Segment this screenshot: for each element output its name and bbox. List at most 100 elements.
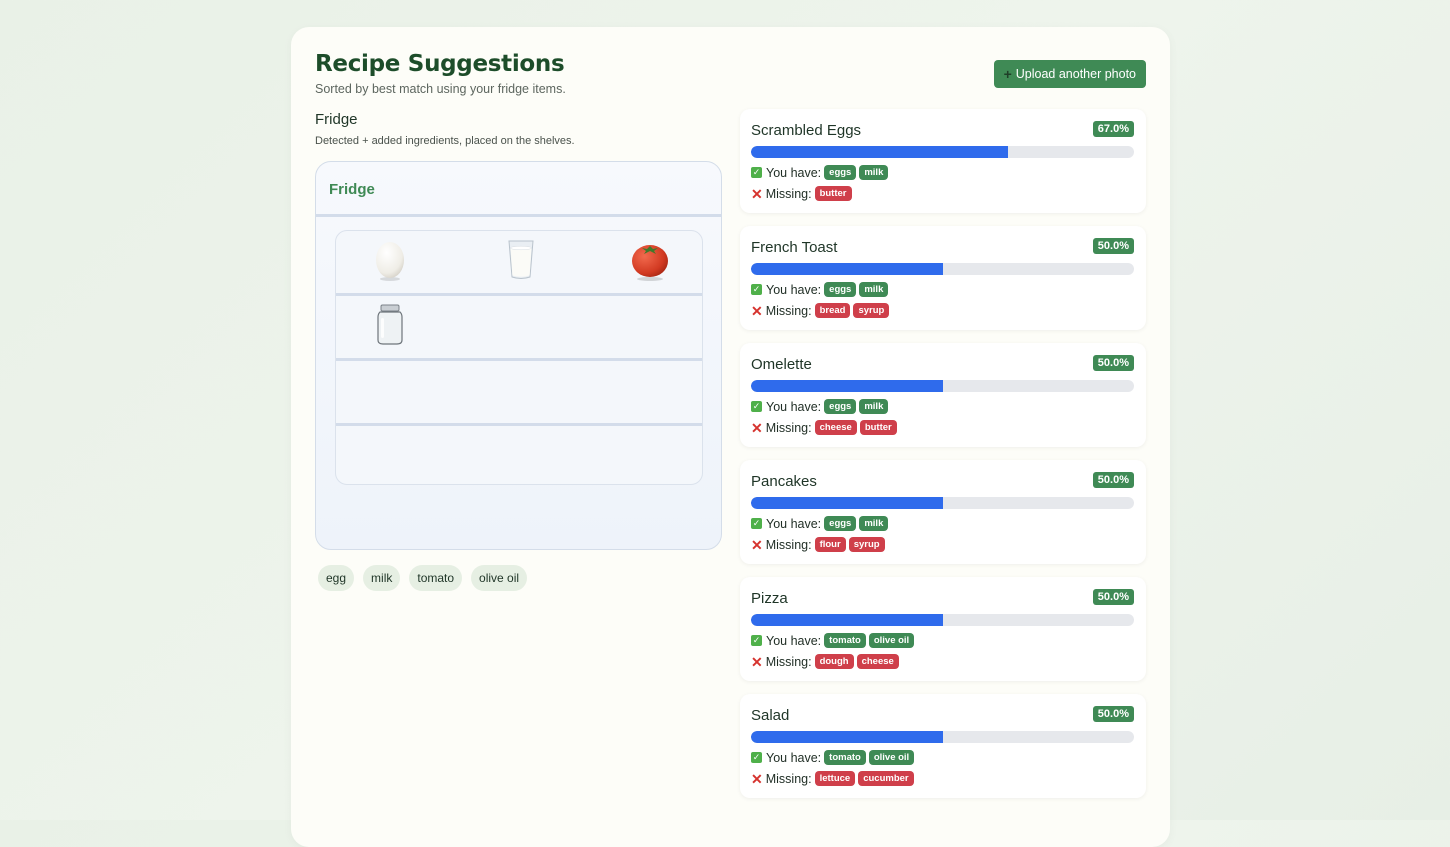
recipe-name: Pizza [751,590,788,607]
cross-icon: ✕ [751,419,763,436]
ingredient-chip[interactable]: egg [318,565,355,591]
have-row: ✓ You have: tomato olive oil [751,633,917,649]
fridge-description: Detected + added ingredients, placed on … [315,135,575,147]
check-icon: ✓ [751,752,762,764]
page-subtitle: Sorted by best match using your fridge i… [315,82,566,96]
missing-label: Missing: [765,303,812,318]
have-row: ✓ You have: eggs milk [751,516,891,532]
have-tag: olive oil [868,750,915,766]
missing-tag: lettuce [814,771,856,787]
have-tag: milk [859,399,889,415]
match-progress-bar [751,731,1134,743]
have-row: ✓ You have: eggs milk [751,282,891,298]
fridge-shelf [336,231,702,296]
cross-icon: ✕ [751,653,763,670]
fridge-panel-title: Fridge [329,181,375,198]
page-title: Recipe Suggestions [315,51,565,77]
have-row: ✓ You have: eggs milk [751,399,891,415]
have-label: You have: [766,399,822,414]
missing-row: ✕ Missing: flour syrup [751,536,888,553]
missing-tag: butter [814,186,852,202]
missing-label: Missing: [765,654,812,669]
missing-tag: syrup [848,537,885,553]
match-progress-fill [751,263,943,275]
match-progress-fill [751,614,943,626]
cross-icon: ✕ [751,302,763,319]
recipe-name: Pancakes [751,473,817,490]
recipe-name: Salad [751,707,790,724]
recipe-item[interactable]: French Toast 50.0% ✓ You have: eggs milk … [740,226,1146,330]
have-tag: eggs [824,165,857,181]
plus-icon: + [1003,66,1012,82]
have-tag: eggs [824,282,857,298]
recipe-item[interactable]: Scrambled Eggs 67.0% ✓ You have: eggs mil… [740,109,1146,213]
missing-tag: butter [859,420,897,436]
fridge-panel: Fridge [315,161,722,550]
missing-tag: cheese [814,420,857,436]
recipe-item[interactable]: Pancakes 50.0% ✓ You have: eggs milk ✕ Mi… [740,460,1146,564]
upload-photo-button[interactable]: + Upload another photo [993,60,1146,88]
fridge-shelf [336,426,702,484]
fridge-divider [316,214,721,217]
check-icon: ✓ [751,167,762,179]
have-tag: milk [859,282,889,298]
missing-row: ✕ Missing: cheese butter [751,419,900,436]
match-percent-badge: 67.0% [1092,121,1134,137]
have-tag: olive oil [868,633,915,649]
ingredient-chip[interactable]: milk [363,565,401,591]
recipe-item[interactable]: Pizza 50.0% ✓ You have: tomato olive oil … [740,577,1146,681]
missing-row: ✕ Missing: butter [751,185,855,202]
recipe-list: Scrambled Eggs 67.0% ✓ You have: eggs mil… [740,109,1146,811]
missing-tag: syrup [853,303,890,319]
fridge-shelves [335,230,703,485]
missing-row: ✕ Missing: bread syrup [751,302,892,319]
match-percent-badge: 50.0% [1092,238,1134,254]
missing-tag: cucumber [858,771,914,787]
have-label: You have: [766,516,822,531]
recipe-card: Recipe Suggestions Sorted by best match … [291,27,1170,847]
recipe-name: Scrambled Eggs [751,122,862,139]
missing-label: Missing: [765,420,812,435]
match-percent-badge: 50.0% [1092,706,1134,722]
missing-tag: bread [814,303,851,319]
fridge-shelf [336,296,702,361]
fridge-shelf [336,361,702,426]
cross-icon: ✕ [751,185,763,202]
missing-row: ✕ Missing: dough cheese [751,653,902,670]
check-icon: ✓ [751,284,762,296]
recipe-name: French Toast [751,239,838,256]
have-tag: milk [859,165,889,181]
have-label: You have: [766,282,822,297]
upload-photo-label: Upload another photo [1015,67,1136,81]
cross-icon: ✕ [751,770,763,787]
check-icon: ✓ [751,401,762,413]
missing-tag: flour [814,537,846,553]
ingredient-chip[interactable]: olive oil [471,565,528,591]
milk-glass-icon [499,239,543,285]
match-progress-bar [751,263,1134,275]
cross-icon: ✕ [751,536,763,553]
match-progress-bar [751,380,1134,392]
match-percent-badge: 50.0% [1092,472,1134,488]
ingredient-chip[interactable]: tomato [409,565,463,591]
missing-label: Missing: [765,186,812,201]
match-progress-fill [751,146,1008,158]
have-tag: tomato [824,633,866,649]
have-row: ✓ You have: eggs milk [751,165,891,181]
match-progress-bar [751,146,1134,158]
ingredient-chips: egg milk tomato olive oil [318,565,528,591]
recipe-name: Omelette [751,356,812,373]
recipe-item[interactable]: Salad 50.0% ✓ You have: tomato olive oil … [740,694,1146,798]
match-progress-fill [751,380,943,392]
missing-label: Missing: [765,771,812,786]
have-label: You have: [766,633,822,648]
have-tag: eggs [824,516,857,532]
fridge-heading: Fridge [315,111,358,128]
tomato-icon [628,239,672,285]
check-icon: ✓ [751,518,762,530]
recipe-item[interactable]: Omelette 50.0% ✓ You have: eggs milk ✕ Mi… [740,343,1146,447]
match-progress-fill [751,731,943,743]
check-icon: ✓ [751,635,762,647]
missing-label: Missing: [765,537,812,552]
have-label: You have: [766,750,822,765]
